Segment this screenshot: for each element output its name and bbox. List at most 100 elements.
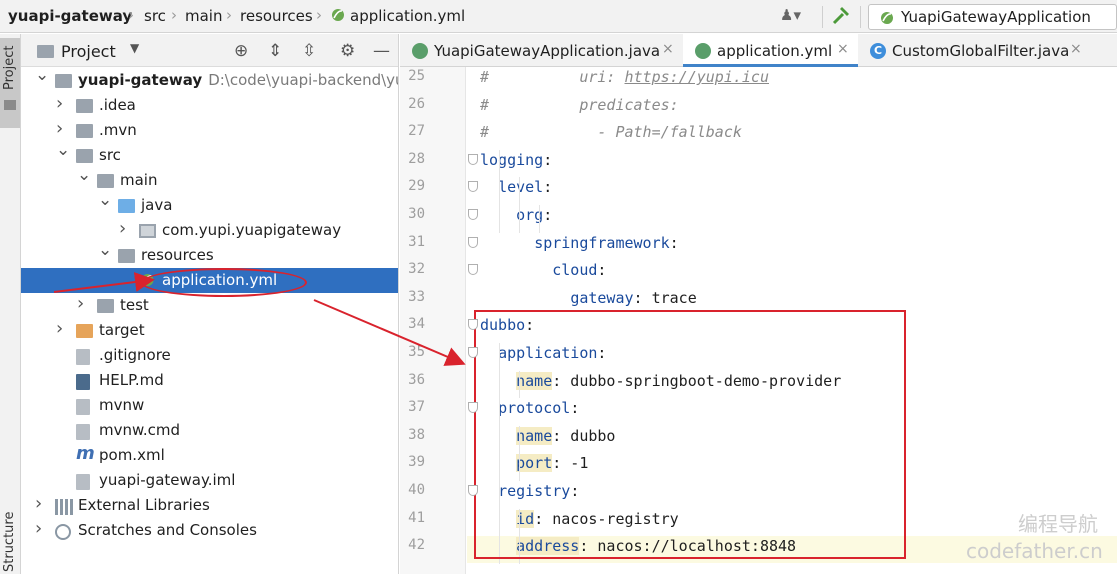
locate-file-icon[interactable]: ⊕ [234, 41, 248, 61]
build-hammer-icon[interactable] [830, 5, 852, 27]
chevron-right-icon[interactable]: › [77, 293, 84, 314]
fold-icon[interactable] [468, 485, 478, 496]
line-number: 36 [408, 371, 425, 388]
fold-icon[interactable] [468, 209, 478, 220]
yaml-value: trace [642, 288, 697, 307]
fold-icon[interactable] [468, 236, 478, 248]
tree-item-label: main [120, 171, 158, 189]
project-view-select[interactable]: Project [61, 42, 116, 61]
tree-item-label: yuapi-gateway.iml [99, 471, 236, 489]
breadcrumb-main[interactable]: main [185, 7, 222, 25]
fold-icon[interactable] [468, 153, 478, 165]
yaml-colon: : [543, 150, 553, 169]
user-icon[interactable]: ♟▾ [780, 6, 801, 24]
folder-icon [97, 174, 114, 188]
folder-icon [55, 74, 72, 88]
fold-icon[interactable] [468, 402, 478, 414]
breadcrumb-file[interactable]: application.yml [330, 7, 465, 25]
chevron-down-icon[interactable]: ▼ [130, 41, 139, 55]
chevron-down-icon[interactable]: ⌄ [77, 165, 91, 185]
project-panel: Project ▼ ⊕ ⇕ ⇳ ⚙ — ⌄ yuapi-gateway D:\cod… [21, 34, 399, 574]
line-number: 37 [408, 399, 425, 416]
line-number: 34 [408, 316, 425, 333]
code-text: # predicates: [480, 95, 679, 115]
tool-window-strip: Project [0, 34, 21, 574]
folder-icon [76, 124, 93, 138]
chevron-right-icon[interactable]: › [56, 118, 63, 139]
tab-application-yml[interactable]: application.yml × [683, 34, 858, 67]
chevron-right-icon[interactable]: › [35, 493, 42, 514]
expand-all-icon[interactable]: ⇕ [268, 41, 282, 61]
tab-label: CustomGlobalFilter.java [892, 42, 1070, 60]
tree-item-mvnw-cmd[interactable]: mvnw.cmd [21, 418, 398, 443]
breadcrumb-resources[interactable]: resources [240, 7, 313, 25]
tree-item-scratches-and-consoles[interactable]: › Scratches and Consoles [21, 518, 398, 543]
fold-icon[interactable] [468, 347, 478, 358]
chevron-down-icon[interactable]: ⌄ [35, 65, 49, 85]
project-panel-header: Project ▼ ⊕ ⇕ ⇳ ⚙ — [21, 34, 398, 67]
tree-item-label: yuapi-gateway D:\code\yuapi-backend\yua [78, 71, 398, 89]
tree-item-main[interactable]: ⌄ main [21, 165, 398, 193]
script-icon [76, 399, 90, 415]
close-icon[interactable]: × [1070, 41, 1082, 57]
breadcrumb-project[interactable]: yuapi-gateway [8, 7, 132, 25]
fold-icon[interactable] [468, 264, 478, 276]
structure-tool-button[interactable]: Structure [2, 512, 17, 572]
tree-item-idea[interactable]: › .idea [21, 93, 398, 118]
tree-item-help-md[interactable]: HELP.md [21, 368, 398, 393]
breadcrumb-src[interactable]: src [144, 7, 166, 25]
chevron-right-icon[interactable]: › [35, 518, 42, 539]
chevron-right-icon: › [226, 6, 232, 24]
tab-yuapi-gateway-application[interactable]: YuapiGatewayApplication.java × [400, 34, 683, 67]
tree-item-target[interactable]: › target [21, 318, 398, 343]
comment-link[interactable]: https://yupi.icu [625, 68, 770, 86]
line-number: 26 [408, 95, 425, 112]
tree-item-external-libraries[interactable]: › External Libraries [21, 493, 398, 518]
tree-item-label: src [99, 146, 121, 164]
folder-icon [97, 299, 114, 313]
chevron-right-icon: › [171, 6, 177, 24]
tree-item-yuapi-gateway-iml[interactable]: yuapi-gateway.iml [21, 468, 398, 493]
yaml-key: logging [480, 150, 544, 169]
minimize-icon[interactable]: — [373, 41, 390, 61]
collapse-all-icon[interactable]: ⇳ [302, 41, 316, 61]
code-text: cloud: [480, 260, 606, 280]
spring-yml-icon [695, 43, 711, 59]
tree-item-com-yupi-yuapigateway[interactable]: › com.yupi.yuapigateway [21, 218, 398, 243]
tree-item-mvn[interactable]: › .mvn [21, 118, 398, 143]
scratches-icon [55, 524, 71, 540]
indent-guide [519, 177, 520, 233]
spring-yml-icon [332, 9, 344, 21]
watermark-text: 编程导航 [1018, 512, 1098, 536]
chevron-right-icon[interactable]: › [119, 218, 126, 239]
editor-tab-bar: YuapiGatewayApplication.java × applicati… [400, 34, 1117, 67]
tree-item-java[interactable]: ⌄ java [21, 190, 398, 218]
gear-icon[interactable]: ⚙ [340, 41, 355, 61]
chevron-right-icon[interactable]: › [56, 93, 63, 114]
tab-label: YuapiGatewayApplication.java [434, 42, 661, 60]
tab-custom-global-filter[interactable]: C CustomGlobalFilter.java × [858, 34, 1098, 67]
close-icon[interactable]: × [837, 41, 849, 57]
code-text: org: [480, 205, 552, 225]
tree-item-yuapi-gateway[interactable]: ⌄ yuapi-gateway D:\code\yuapi-backend\yua [21, 65, 398, 93]
line-number: 31 [408, 233, 425, 250]
resources-folder-icon [118, 249, 135, 263]
tree-item-mvnw[interactable]: mvnw [21, 393, 398, 418]
line-number: 41 [408, 509, 425, 526]
highlight-oval [141, 268, 307, 297]
chevron-down-icon[interactable]: ⌄ [56, 140, 70, 160]
tree-item-pom-xml[interactable]: m pom.xml [21, 443, 398, 468]
tab-label: application.yml [717, 42, 833, 60]
chevron-down-icon[interactable]: ⌄ [98, 240, 112, 260]
close-icon[interactable]: × [662, 41, 674, 57]
line-number: 42 [408, 537, 425, 554]
indent-guide [499, 149, 500, 233]
chevron-right-icon[interactable]: › [56, 318, 63, 339]
run-configuration-select[interactable]: YuapiGatewayApplication [868, 4, 1117, 30]
navigation-bar: yuapi-gateway › src › main › resources ›… [0, 0, 1117, 33]
tree-item-resources[interactable]: ⌄ resources [21, 240, 398, 268]
chevron-down-icon[interactable]: ⌄ [98, 190, 112, 210]
project-tool-button[interactable]: Project [0, 38, 20, 128]
tree-item-gitignore[interactable]: .gitignore [21, 343, 398, 368]
